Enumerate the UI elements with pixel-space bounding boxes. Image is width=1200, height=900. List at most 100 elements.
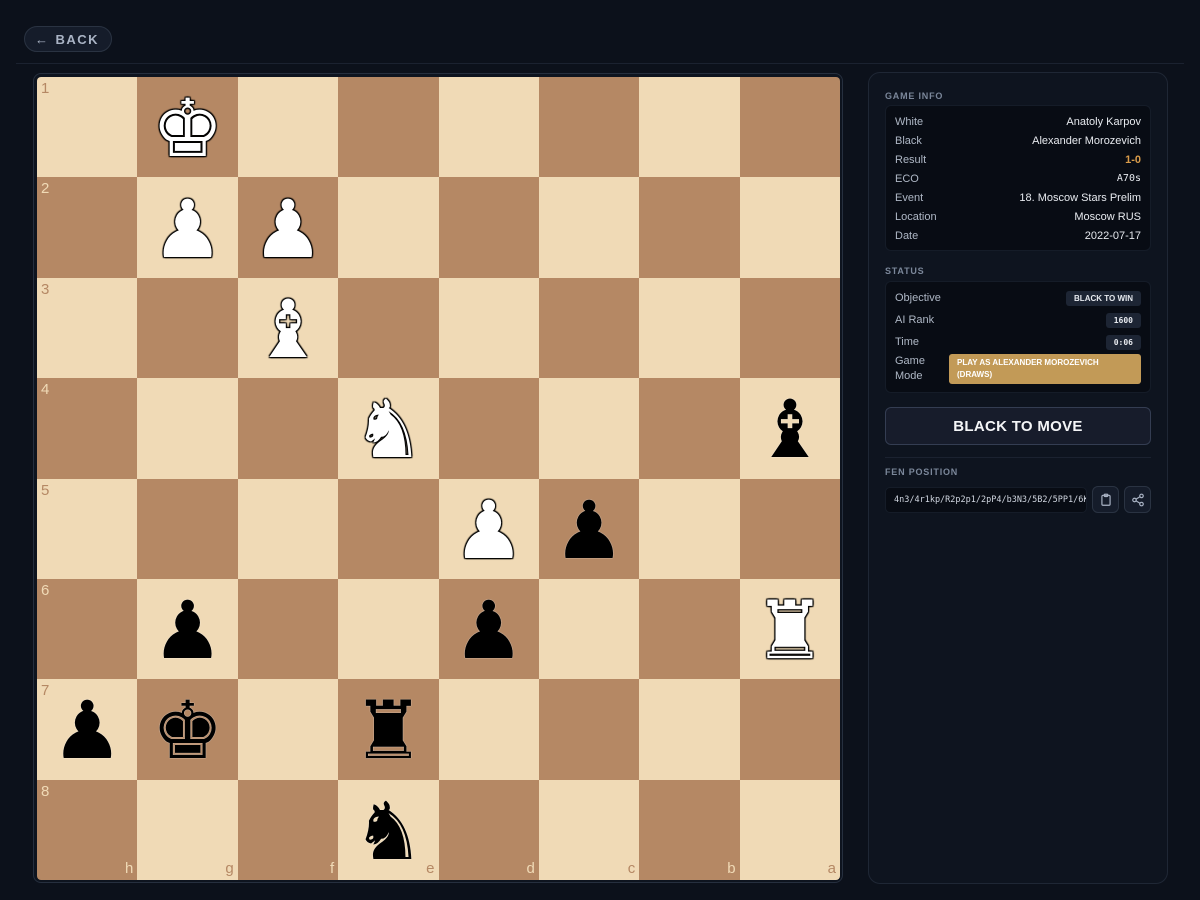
- square-d7[interactable]: [438, 679, 539, 780]
- square-f3[interactable]: ♝: [237, 277, 339, 379]
- square-f7[interactable]: [237, 679, 339, 780]
- rank-label: 2: [41, 180, 50, 198]
- square-d4[interactable]: [438, 378, 539, 479]
- square-a4[interactable]: ♝: [739, 378, 840, 479]
- file-label: e: [426, 860, 435, 877]
- square-b3[interactable]: [639, 277, 740, 379]
- info-row-date: Date 2022-07-17: [886, 226, 1150, 245]
- black-rook-icon[interactable]: ♜: [352, 691, 424, 771]
- square-g5[interactable]: [137, 478, 238, 579]
- square-b6[interactable]: [639, 578, 740, 680]
- objective-label: Objective: [895, 292, 941, 304]
- square-c8[interactable]: c: [538, 779, 640, 880]
- square-h7[interactable]: 7 ♟: [37, 679, 138, 780]
- white-pawn-icon[interactable]: ♟: [152, 189, 224, 270]
- square-g8[interactable]: g: [137, 779, 238, 880]
- square-a1[interactable]: [739, 77, 840, 178]
- square-h6[interactable]: 6: [37, 578, 138, 680]
- square-c2[interactable]: [538, 177, 640, 278]
- square-d3[interactable]: [438, 277, 539, 379]
- square-e7[interactable]: ♜: [338, 679, 439, 780]
- square-b7[interactable]: [639, 679, 740, 780]
- square-e2[interactable]: [338, 177, 439, 278]
- game-mode-label-line1: Game: [895, 355, 925, 367]
- square-g6[interactable]: ♟: [137, 578, 238, 680]
- white-pawn-icon[interactable]: ♟: [453, 490, 525, 571]
- square-c3[interactable]: [538, 277, 640, 379]
- white-rook-icon[interactable]: ♜: [754, 591, 826, 671]
- square-g7[interactable]: ♚: [137, 679, 238, 780]
- game-info-title: GAME INFO: [885, 91, 944, 101]
- status-title: STATUS: [885, 266, 925, 276]
- square-a5[interactable]: [739, 478, 840, 579]
- chess-board: 1 ♚ 2 ♟ ♟ 3 ♝ 4 ♞ ♝ 5 ♟ ♟ 6 ♟ ♟ ♜ 7 ♟ ♚ ♜ 8 h g f e ♞ d c b a: [37, 77, 840, 880]
- white-pawn-icon[interactable]: ♟: [252, 189, 324, 270]
- square-a3[interactable]: [739, 277, 840, 379]
- square-h4[interactable]: 4: [37, 378, 138, 479]
- square-c4[interactable]: [538, 378, 640, 479]
- square-b5[interactable]: [639, 478, 740, 579]
- square-e4[interactable]: ♞: [338, 378, 439, 479]
- square-c7[interactable]: [538, 679, 640, 780]
- copy-fen-button[interactable]: [1092, 486, 1119, 513]
- square-c1[interactable]: [538, 77, 640, 178]
- square-a8[interactable]: a: [739, 779, 840, 880]
- time-badge: 0:06: [1105, 334, 1141, 350]
- square-h5[interactable]: 5: [37, 478, 138, 579]
- turn-banner: BLACK TO MOVE: [885, 407, 1151, 445]
- square-h2[interactable]: 2: [37, 177, 138, 278]
- square-c5[interactable]: ♟: [538, 478, 640, 579]
- fen-field[interactable]: 4n3/4r1kp/R2p2p1/2pP4/b3N3/5B2/5PP1/6K1: [885, 487, 1087, 513]
- black-king-icon[interactable]: ♚: [152, 691, 224, 771]
- black-pawn-icon[interactable]: ♟: [152, 591, 224, 671]
- black-bishop-icon[interactable]: ♝: [754, 390, 826, 470]
- square-g2[interactable]: ♟: [137, 177, 238, 278]
- square-d6[interactable]: ♟: [438, 578, 539, 680]
- black-pawn-icon[interactable]: ♟: [453, 591, 525, 671]
- square-g1[interactable]: ♚: [137, 77, 238, 178]
- ai-rank-label: AI Rank: [895, 314, 935, 326]
- black-pawn-icon[interactable]: ♟: [51, 691, 123, 771]
- square-b2[interactable]: [639, 177, 740, 278]
- file-label: d: [526, 860, 535, 877]
- back-button[interactable]: ← BACK: [24, 26, 113, 52]
- square-g4[interactable]: [137, 378, 238, 479]
- square-e5[interactable]: [338, 478, 439, 579]
- square-f2[interactable]: ♟: [237, 177, 339, 278]
- rank-label: 8: [41, 782, 50, 800]
- square-e8[interactable]: e ♞: [338, 779, 439, 880]
- square-b4[interactable]: [639, 378, 740, 479]
- white-knight-icon[interactable]: ♞: [352, 390, 424, 470]
- ai-rank-badge: 1600: [1105, 312, 1141, 328]
- square-f5[interactable]: [237, 478, 339, 579]
- square-e1[interactable]: [338, 77, 439, 178]
- square-a7[interactable]: [739, 679, 840, 780]
- black-knight-icon[interactable]: ♞: [352, 791, 424, 872]
- square-e6[interactable]: [338, 578, 439, 680]
- square-g3[interactable]: [137, 277, 238, 379]
- square-h1[interactable]: 1: [37, 77, 138, 178]
- square-d1[interactable]: [438, 77, 539, 178]
- square-b8[interactable]: b: [639, 779, 740, 880]
- square-h8[interactable]: 8h: [37, 779, 138, 880]
- square-d5[interactable]: ♟: [438, 478, 539, 579]
- square-d2[interactable]: [438, 177, 539, 278]
- black-pawn-icon[interactable]: ♟: [553, 490, 625, 571]
- info-key: Result: [895, 153, 927, 166]
- clipboard-icon: [1100, 493, 1111, 506]
- square-e3[interactable]: [338, 277, 439, 379]
- square-b1[interactable]: [639, 77, 740, 178]
- square-f6[interactable]: [237, 578, 339, 680]
- square-d8[interactable]: d: [438, 779, 539, 880]
- white-bishop-icon[interactable]: ♝: [252, 289, 324, 370]
- square-f4[interactable]: [237, 378, 339, 479]
- square-f1[interactable]: [237, 77, 339, 178]
- square-h3[interactable]: 3: [37, 277, 138, 379]
- white-king-icon[interactable]: ♚: [152, 89, 224, 169]
- square-a6[interactable]: ♜: [739, 578, 840, 680]
- square-c6[interactable]: [538, 578, 640, 680]
- fen-title: FEN POSITION: [885, 467, 959, 477]
- square-a2[interactable]: [739, 177, 840, 278]
- share-button[interactable]: [1124, 486, 1151, 513]
- square-f8[interactable]: f: [237, 779, 339, 880]
